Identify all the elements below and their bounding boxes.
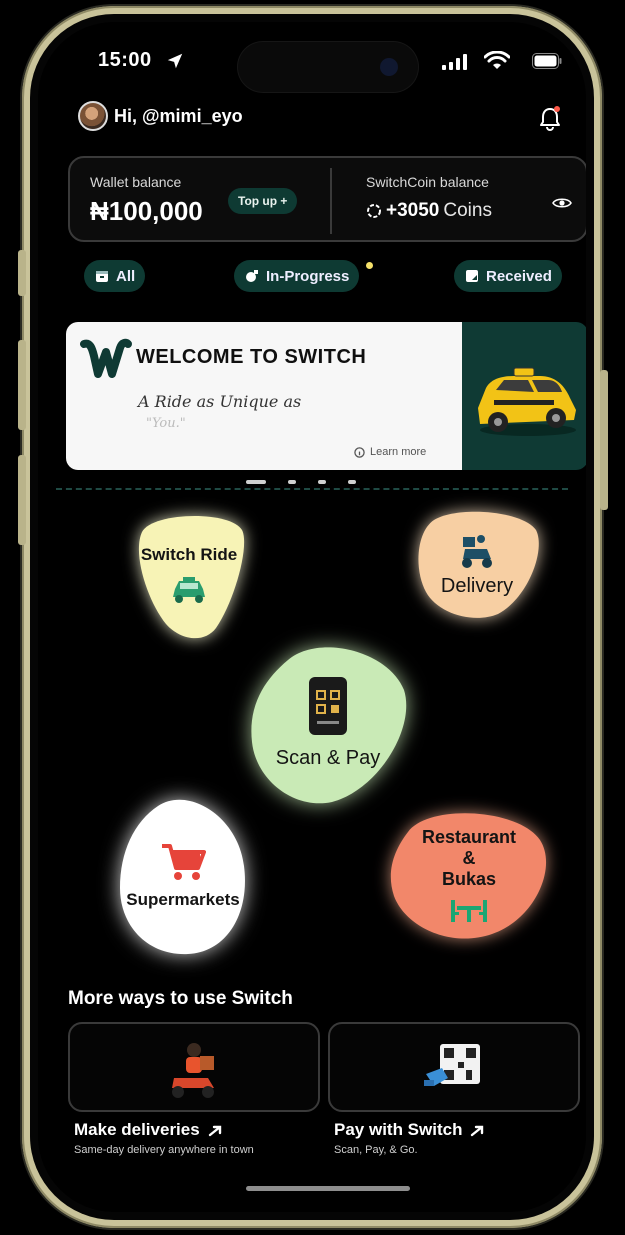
switch-ride-button[interactable]: Switch Ride [130,510,248,640]
volume-down-button [18,455,26,545]
battery-icon [532,53,562,69]
pager-dot[interactable] [348,480,356,484]
arrow-up-right-icon [471,1125,484,1137]
qr-code-icon [424,1044,480,1086]
scan-and-pay-button[interactable]: Scan & Pay [248,640,408,805]
greeting-text: Hi, @mimi_eyo [114,105,243,126]
restaurant-bukas-button[interactable]: Restaurant & Bukas [388,810,550,940]
eye-icon[interactable] [552,196,572,210]
learn-more-link[interactable]: Learn more [354,446,426,458]
scan-and-pay-label: Scan & Pay [275,747,381,769]
banner-tagline: A Ride as Unique as [138,392,302,411]
avatar[interactable] [78,101,108,131]
wifi-icon [484,51,510,69]
cellular-signal-icon [442,54,467,70]
filter-tab-in-progress[interactable]: In-Progress [234,260,360,292]
banner-title: WELCOME TO SWITCH [136,346,367,368]
delivery-rider-icon [172,1043,214,1098]
greeting-row: Hi, @mimi_eyo [78,100,243,132]
more-ways-title: More ways to use Switch [68,988,293,1009]
progress-icon [246,270,258,282]
blob-content: Scan & Pay [275,675,381,770]
box-icon [96,271,108,282]
supermarkets-label: Supermarkets [126,890,240,909]
banner-pager[interactable] [246,480,356,484]
blob-content: Restaurant & Bukas [422,827,516,924]
filter-tab-label: Received [486,267,552,285]
section-divider [56,488,568,490]
wallet-balance-amount: ₦100,000 [90,196,203,226]
filter-tab-label: In-Progress [266,267,350,285]
wallet-card: Wallet balance ₦100,000 Top up + SwitchC… [68,156,586,242]
make-deliveries-card[interactable] [68,1022,320,1112]
info-icon [354,446,365,458]
switchcoin-amount: +3050 [386,200,440,221]
pay-with-switch-label: Pay with Switch [334,1120,463,1139]
pager-dot[interactable] [246,480,266,484]
silent-switch [18,250,26,296]
qr-phone-icon [308,677,347,735]
switch-logo-icon [80,338,132,378]
power-button [600,370,608,510]
dining-table-icon [451,899,487,922]
pager-dot[interactable] [318,480,326,484]
restaurant-label-line-1: Restaurant [421,826,517,847]
pay-with-switch-subtitle: Scan, Pay, & Go. [334,1144,418,1156]
switchcoin-balance-label: SwitchCoin balance [366,174,489,190]
promo-banner[interactable]: WELCOME TO SWITCH A Ride as Unique as "Y… [66,322,586,470]
banner-tagline-2: "You." [146,416,186,431]
switchcoin-unit: Coins [443,200,492,221]
shopping-cart-icon [161,844,206,880]
make-deliveries-title[interactable]: Make deliveries [74,1120,222,1140]
learn-more-label: Learn more [370,446,427,458]
supermarkets-button[interactable]: Supermarkets [118,796,248,956]
location-arrow-icon [167,53,183,69]
car-icon [172,577,205,603]
blob-content: Delivery [441,533,513,598]
delivery-button[interactable]: Delivery [412,510,542,620]
in-progress-badge [366,262,373,269]
status-time: 15:00 [98,49,152,71]
received-icon [466,270,478,282]
coin-icon [367,204,381,218]
taxi-car-icon [478,367,576,436]
restaurant-label-line-3: Bukas [441,868,497,889]
app-screen: 15:00 Hi, @mimi_eyo Wallet balance ₦100,… [38,22,586,1212]
blob-content: Supermarkets [126,842,240,910]
pay-with-switch-card[interactable] [328,1022,580,1112]
notification-badge [554,106,560,112]
front-camera [380,58,398,76]
status-bar: 15:00 [38,22,586,102]
switchcoin-balance: +3050 Coins [366,200,492,222]
volume-up-button [18,340,26,430]
card-divider [330,168,332,234]
filter-tab-received[interactable]: Received [454,260,562,292]
arrow-up-right-icon [208,1125,221,1137]
make-deliveries-label: Make deliveries [74,1120,200,1139]
home-indicator[interactable] [246,1186,410,1191]
delivery-scooter-icon [462,534,492,568]
delivery-label: Delivery [440,574,514,597]
top-up-button[interactable]: Top up + [228,188,298,214]
filter-tab-label: All [116,267,136,285]
make-deliveries-subtitle: Same-day delivery anywhere in town [74,1144,254,1156]
switch-ride-label: Switch Ride [140,545,238,564]
pay-with-switch-title[interactable]: Pay with Switch [334,1120,484,1140]
wallet-balance-label: Wallet balance [90,174,182,190]
banner-left-panel: WELCOME TO SWITCH A Ride as Unique as "Y… [66,322,462,470]
restaurant-label-line-2: & [462,847,476,868]
pager-dot[interactable] [288,480,296,484]
blob-content: Switch Ride [141,545,237,605]
filter-tab-all[interactable]: All [84,260,146,292]
